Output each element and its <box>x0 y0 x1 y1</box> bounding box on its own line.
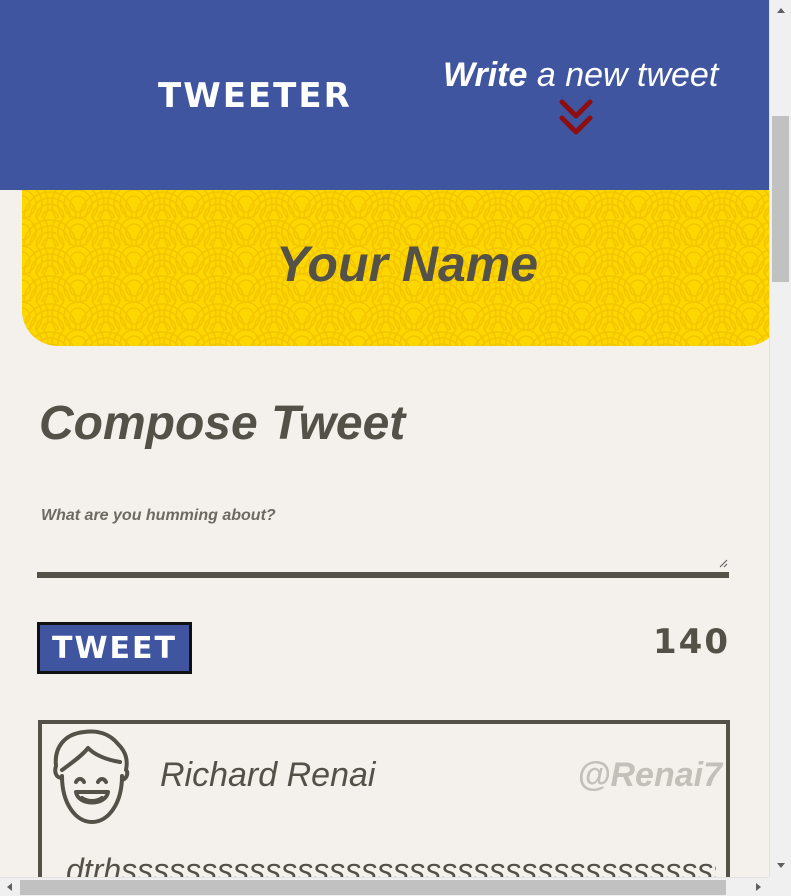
write-link-bold: Write <box>443 56 528 94</box>
scroll-left-arrow-icon[interactable] <box>3 880 17 894</box>
scroll-down-arrow-icon[interactable] <box>774 858 788 872</box>
tweet-submit-button[interactable]: Tweet <box>37 622 192 674</box>
input-underline <box>37 572 729 578</box>
horizontal-scroll-thumb[interactable] <box>20 880 726 895</box>
vertical-scrollbar[interactable] <box>769 0 791 877</box>
resize-grip-icon[interactable] <box>718 558 728 568</box>
scroll-up-arrow-icon[interactable] <box>774 4 788 18</box>
double-chevron-down-icon[interactable] <box>558 98 594 138</box>
scroll-right-arrow-icon[interactable] <box>751 880 765 894</box>
write-new-tweet-toggle[interactable]: Write a new tweet <box>443 56 718 95</box>
tweet-card: Richard Renai @Renai7 dtrhssssssssssssss… <box>38 720 730 877</box>
smiling-face-avatar-icon <box>53 729 130 824</box>
tweet-author-handle: @Renai7 <box>577 756 722 794</box>
write-link-rest: a new tweet <box>527 56 719 94</box>
tweet-author-name: Richard Renai <box>160 756 376 794</box>
scrollbar-corner <box>769 877 791 896</box>
profile-name: Your Name <box>275 236 539 292</box>
brand-logo[interactable]: Tweeter <box>158 76 352 116</box>
top-nav: Tweeter Write a new tweet <box>0 0 769 190</box>
character-counter: 140 <box>653 622 730 662</box>
page-viewport: Tweeter Write a new tweet Yo <box>0 0 769 877</box>
tweet-text: dtrhssssssssssssssssssssssssssssssssssss… <box>66 852 716 877</box>
profile-banner: Your Name <box>22 190 769 346</box>
vertical-scroll-thumb[interactable] <box>772 116 789 282</box>
compose-title: Compose Tweet <box>39 397 406 450</box>
horizontal-scrollbar[interactable] <box>0 877 769 896</box>
tweet-textarea[interactable] <box>39 505 733 572</box>
